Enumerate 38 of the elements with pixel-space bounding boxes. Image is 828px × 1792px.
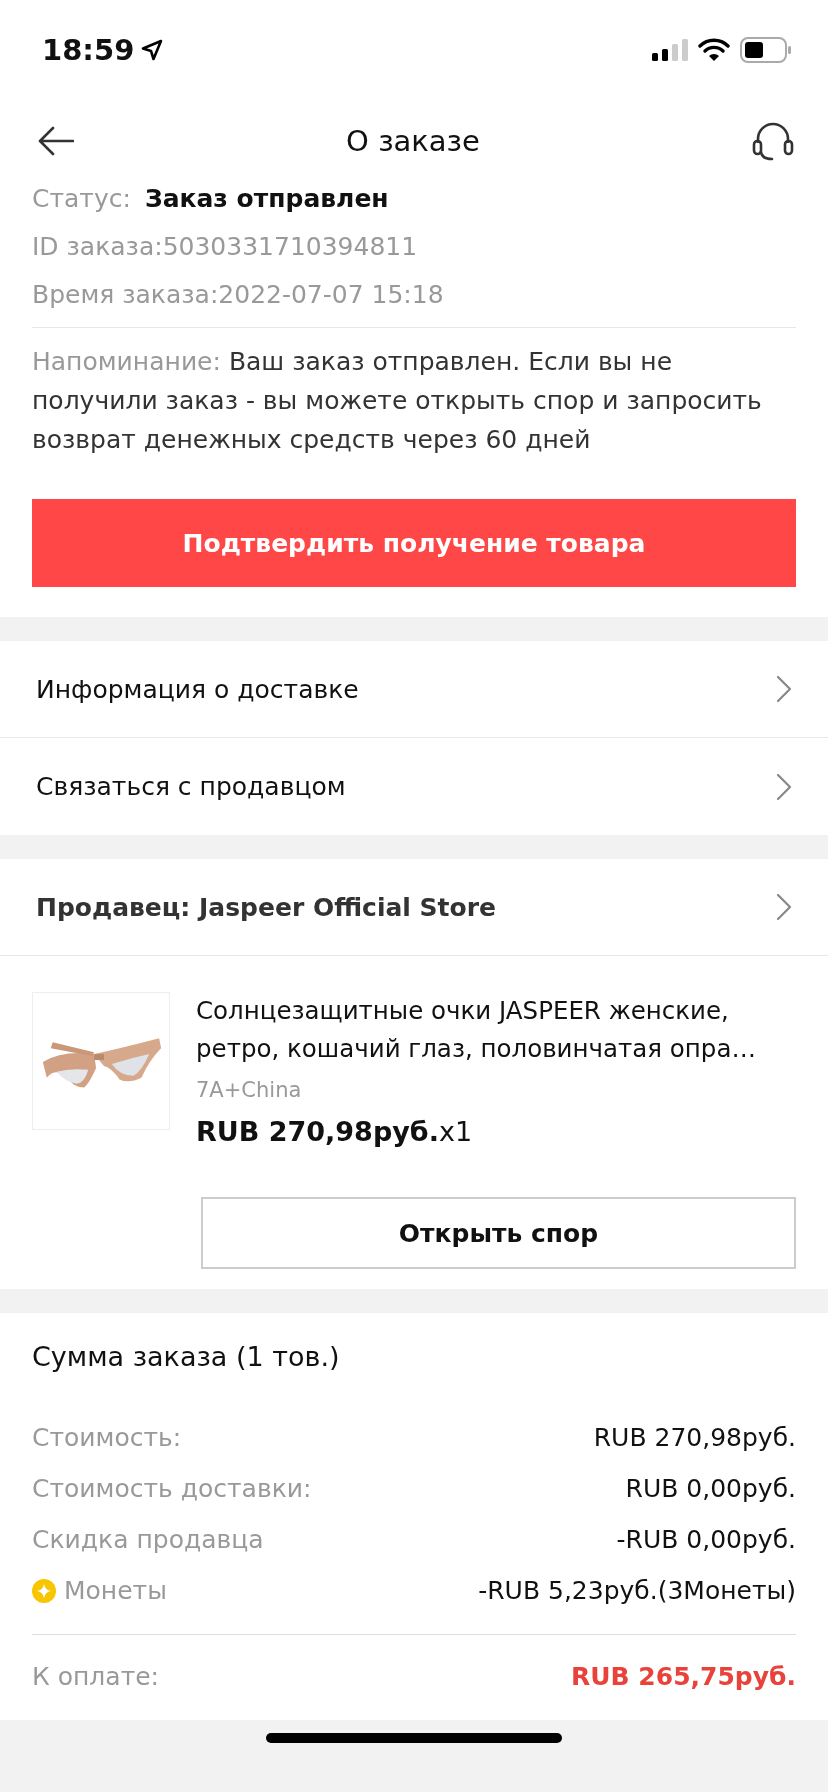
reminder-text: Напоминание: Ваш заказ отправлен. Если вы не получили заказ - вы можете открыть спор и запросить возврат денежных средств через 60 дней [32,346,763,456]
chevron-right-icon [776,893,792,921]
summary-label: Монеты [64,1576,167,1605]
page-title: О заказе [346,124,480,158]
summary-value: -RUB 0,00руб. [616,1525,796,1554]
open-dispute-button[interactable]: Открыть спор [201,1197,796,1269]
signal-icon [652,38,688,62]
product-title[interactable]: Солнцезащитные очки JASPEER женские, ретро, кошачий глаз, половинчатая опра… [196,992,796,1068]
product-variant: 7A+China [196,1078,303,1102]
seller-name: Продавец: Jaspeer Official Store [36,892,497,922]
total-value: RUB 265,75руб. [571,1662,796,1691]
back-arrow-icon[interactable] [38,126,74,156]
wifi-icon [698,38,730,62]
product-price: RUB 270,98руб.x1 [196,1116,474,1147]
coin-icon [32,1578,56,1603]
status-value: Заказ отправлен [144,184,389,213]
clock-time: 18:59 [42,33,135,67]
summary-value: RUB 270,98руб. [593,1423,796,1452]
summary-title: Сумма заказа (1 тов.) [32,1341,341,1372]
menu-row[interactable]: Информация о доставке [0,641,828,738]
order-id: ID заказа:5030331710394811 [32,231,419,263]
chevron-right-icon [776,675,792,703]
summary-label: Стоимость: [32,1423,182,1452]
battery-icon [740,37,792,63]
row-label: Связаться с продавцом [36,772,346,801]
summary-label: Скидка продавца [32,1525,264,1554]
chevron-right-icon [776,772,792,801]
summary-label: Стоимость доставки: [32,1474,312,1503]
order-time: Время заказа:2022-07-07 15:18 [32,279,445,311]
total-label: К оплате: [32,1662,159,1691]
status-label: Статус: [32,184,131,213]
seller-row[interactable]: Продавец: Jaspeer Official Store [0,859,828,956]
summary-value: -RUB 5,23руб.(3Монеты) [478,1576,796,1605]
location-arrow-icon [140,38,165,62]
headset-icon[interactable] [752,121,794,161]
summary-value: RUB 0,00руб. [625,1474,796,1503]
row-label: Информация о доставке [36,674,359,704]
menu-row[interactable]: Связаться с продавцом [0,738,828,835]
